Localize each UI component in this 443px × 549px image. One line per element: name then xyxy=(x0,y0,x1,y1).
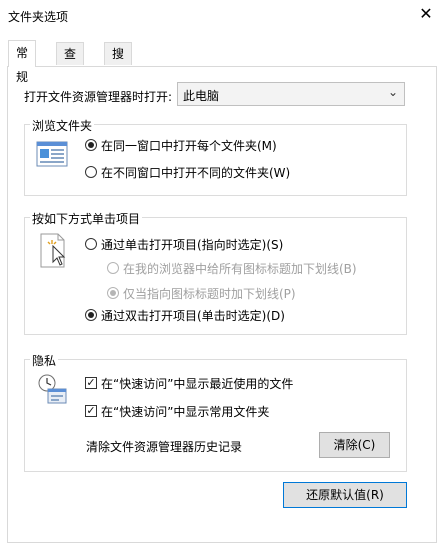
radio-new-window[interactable] xyxy=(85,166,97,178)
radio-same-window[interactable] xyxy=(85,139,97,151)
radio-double-click-label[interactable]: 通过双击打开项目(单击时选定)(D) xyxy=(101,307,285,324)
tab-label: 常规 xyxy=(16,46,29,84)
chevron-down-icon: ⌄ xyxy=(387,85,398,99)
checkbox-frequent-folders-label[interactable]: 在“快速访问”中显示常用文件夹 xyxy=(101,403,269,420)
browse-folders-title: 浏览文件夹 xyxy=(30,117,95,134)
clear-history-button[interactable]: 清除(C) xyxy=(319,432,390,458)
browse-folders-group xyxy=(24,124,407,196)
click-items-title: 按如下方式单击项目 xyxy=(30,210,143,227)
select-value: 此电脑 xyxy=(183,89,220,103)
clear-history-label: 清除文件资源管理器历史记录 xyxy=(86,440,243,454)
browse-folders-icon xyxy=(36,140,68,168)
checkbox-recent-files[interactable]: ✓ xyxy=(85,377,97,389)
radio-double-click[interactable] xyxy=(85,309,97,321)
open-explorer-label: 打开文件资源管理器时打开: xyxy=(24,90,173,104)
radio-underline-all[interactable] xyxy=(107,262,119,274)
radio-single-click-label[interactable]: 通过单击打开项目(指向时选定)(S) xyxy=(101,236,283,253)
privacy-icon xyxy=(36,373,68,405)
open-explorer-select[interactable]: 此电脑 ⌄ xyxy=(177,82,405,106)
close-icon[interactable]: ✕ xyxy=(415,3,437,25)
radio-underline-hover[interactable] xyxy=(107,287,119,299)
window-title: 文件夹选项 xyxy=(8,10,69,24)
single-click-icon xyxy=(38,232,68,270)
privacy-title: 隐私 xyxy=(30,352,59,369)
radio-underline-hover-label[interactable]: 仅当指向图标标题时加下划线(P) xyxy=(123,285,296,302)
radio-underline-all-label[interactable]: 在我的浏览器中给所有图标标题加下划线(B) xyxy=(123,260,357,277)
checkbox-frequent-folders[interactable]: ✓ xyxy=(85,405,97,417)
radio-single-click[interactable] xyxy=(85,238,97,250)
checkbox-recent-files-label[interactable]: 在“快速访问”中显示最近使用的文件 xyxy=(101,375,293,392)
radio-same-window-label[interactable]: 在同一窗口中打开每个文件夹(M) xyxy=(101,137,277,154)
tab-view[interactable]: 查看 xyxy=(56,42,85,83)
tab-search[interactable]: 搜索 xyxy=(104,42,133,83)
radio-new-window-label[interactable]: 在不同窗口中打开不同的文件夹(W) xyxy=(101,164,290,181)
restore-defaults-button[interactable]: 还原默认值(R) xyxy=(283,482,407,508)
tab-general[interactable]: 常规 xyxy=(8,40,37,84)
